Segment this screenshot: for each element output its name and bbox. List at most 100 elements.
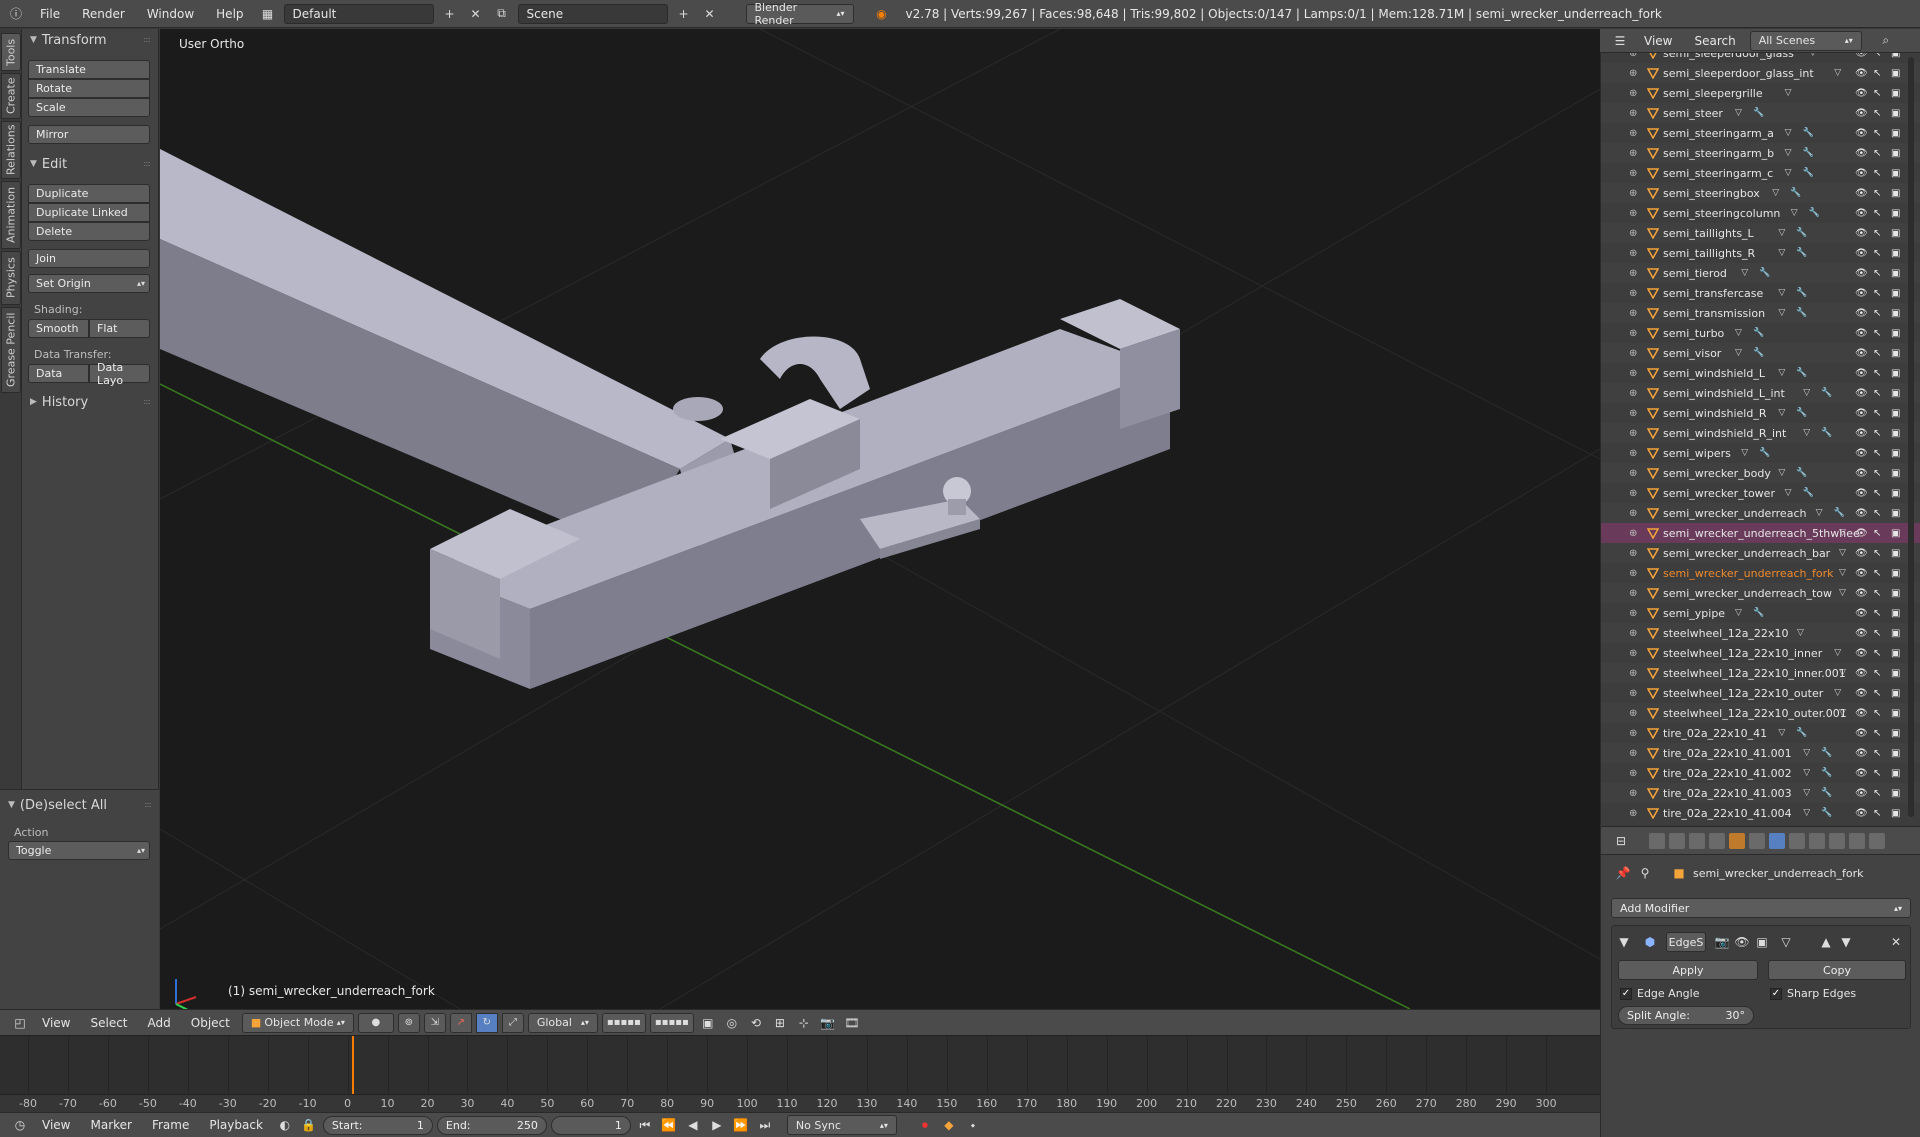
selectable-arrow-icon[interactable]: ↖ bbox=[1873, 268, 1881, 279]
outliner-item-name[interactable]: semi_visor bbox=[1663, 347, 1721, 360]
flat-button[interactable]: Flat bbox=[89, 319, 150, 338]
modifier-wrench-icon[interactable]: 🔧 bbox=[1821, 748, 1832, 758]
visibility-eye-icon[interactable]: 👁 bbox=[1855, 708, 1868, 719]
visibility-eye-icon[interactable]: 👁 bbox=[1855, 648, 1868, 659]
visibility-eye-icon[interactable]: 👁 bbox=[1855, 468, 1868, 479]
outliner[interactable]: ⊕ semi_sleeperdoor_glass ▽ 👁 ↖ ▣ ⊕ semi_sleeper… bbox=[1600, 53, 1920, 825]
outliner-row[interactable]: ⊕ semi_wipers ▽ 🔧 👁 ↖ ▣ bbox=[1601, 443, 1920, 463]
mesh-data-icon[interactable]: ▽ bbox=[1816, 508, 1823, 518]
modifier-wrench-icon[interactable]: 🔧 bbox=[1803, 168, 1814, 178]
outliner-item-name[interactable]: steelwheel_12a_22x10 bbox=[1663, 627, 1788, 640]
modifier-wrench-icon[interactable]: 🔧 bbox=[1803, 488, 1814, 498]
visibility-eye-icon[interactable]: 👁 bbox=[1855, 208, 1868, 219]
modifier-wrench-icon[interactable]: 🔧 bbox=[1796, 308, 1807, 318]
delete-button[interactable]: Delete bbox=[28, 222, 150, 241]
outliner-item-name[interactable]: semi_steeringarm_c bbox=[1663, 167, 1773, 180]
mesh-data-icon[interactable]: ▽ bbox=[1803, 808, 1810, 818]
outliner-item-name[interactable]: semi_wrecker_underreach_tow bbox=[1663, 587, 1832, 600]
rotate-manipulator[interactable]: ↻ bbox=[475, 1012, 498, 1033]
expand-toggle-icon[interactable]: ⊕ bbox=[1629, 808, 1637, 819]
outliner-item-name[interactable]: semi_steer bbox=[1663, 107, 1723, 120]
render-camera-icon[interactable]: ▣ bbox=[1891, 228, 1900, 239]
menu-object[interactable]: Object bbox=[183, 1016, 238, 1030]
expand-toggle-icon[interactable]: ⊕ bbox=[1629, 568, 1637, 579]
outliner-row[interactable]: ⊕ semi_wrecker_underreach_fork ▽ 👁 ↖ ▣ bbox=[1601, 563, 1920, 583]
outliner-item-name[interactable]: semi_wrecker_tower bbox=[1663, 487, 1775, 500]
outliner-row[interactable]: ⊕ semi_wrecker_body ▽ 🔧 👁 ↖ ▣ bbox=[1601, 463, 1920, 483]
menu-view[interactable]: View bbox=[1636, 34, 1680, 48]
outliner-item-name[interactable]: semi_turbo bbox=[1663, 327, 1724, 340]
modifier-wrench-icon[interactable]: 🔧 bbox=[1753, 348, 1764, 358]
mesh-data-icon[interactable]: ▽ bbox=[1778, 248, 1785, 258]
render-camera-icon[interactable]: ▣ bbox=[1891, 108, 1900, 119]
remove-layout-icon[interactable]: ✕ bbox=[466, 4, 486, 24]
outliner-row[interactable]: ⊕ steelwheel_12a_22x10_inner.001 ▽ 👁 ↖ ▣ bbox=[1601, 663, 1920, 683]
outliner-row[interactable]: ⊕ semi_transmission ▽ 🔧 👁 ↖ ▣ bbox=[1601, 303, 1920, 323]
render-camera-icon[interactable]: ▣ bbox=[1891, 548, 1900, 559]
expand-toggle-icon[interactable]: ⊕ bbox=[1629, 468, 1637, 479]
selectable-arrow-icon[interactable]: ↖ bbox=[1873, 508, 1881, 519]
modifier-wrench-icon[interactable]: 🔧 bbox=[1759, 268, 1770, 278]
render-camera-icon[interactable]: ▣ bbox=[1891, 288, 1900, 299]
scene-field[interactable]: Scene bbox=[517, 3, 668, 24]
outliner-item-name[interactable]: steelwheel_12a_22x10_inner.001 bbox=[1663, 667, 1846, 680]
viewport-scene[interactable] bbox=[160, 29, 1600, 1009]
outliner-row[interactable]: ⊕ semi_steeringarm_b ▽ 🔧 👁 ↖ ▣ bbox=[1601, 143, 1920, 163]
duplicate-linked-button[interactable]: Duplicate Linked bbox=[28, 203, 150, 222]
scale-manipulator[interactable]: ⤢ bbox=[501, 1012, 524, 1033]
layers-grid-a[interactable]: ▪▪▪▪▪ bbox=[601, 1012, 646, 1033]
visibility-eye-icon[interactable]: 👁 bbox=[1855, 488, 1868, 499]
translate-manipulator[interactable]: ↗ bbox=[449, 1012, 472, 1033]
outliner-row[interactable]: ⊕ semi_wrecker_underreach_bar ▽ 👁 ↖ ▣ bbox=[1601, 543, 1920, 563]
constraints-tab-icon[interactable] bbox=[1749, 833, 1765, 849]
menu-view[interactable]: View bbox=[34, 1016, 78, 1030]
visibility-eye-icon[interactable]: 👁 bbox=[1855, 728, 1868, 739]
mesh-data-icon[interactable]: ▽ bbox=[1778, 308, 1785, 318]
expand-toggle-icon[interactable]: ⊕ bbox=[1629, 408, 1637, 419]
mesh-data-icon[interactable]: ▽ bbox=[1778, 368, 1785, 378]
smooth-button[interactable]: Smooth bbox=[28, 319, 89, 338]
render-camera-icon[interactable]: ▣ bbox=[1891, 208, 1900, 219]
outliner-item-name[interactable]: semi_wrecker_underreach_5thwhee bbox=[1663, 527, 1860, 540]
render-opengl-icon[interactable]: 📷 bbox=[818, 1013, 838, 1033]
add-layout-icon[interactable]: + bbox=[440, 4, 460, 24]
outliner-row[interactable]: ⊕ semi_windshield_L ▽ 🔧 👁 ↖ ▣ bbox=[1601, 363, 1920, 383]
jump-start-icon[interactable]: ⏮ bbox=[635, 1115, 655, 1135]
mesh-data-icon[interactable]: ▽ bbox=[1839, 548, 1846, 558]
expand-toggle-icon[interactable]: ⊕ bbox=[1629, 688, 1637, 699]
outliner-item-name[interactable]: semi_taillights_R bbox=[1663, 247, 1755, 260]
selectable-arrow-icon[interactable]: ↖ bbox=[1873, 568, 1881, 579]
manipulator-toggle[interactable]: ⇲ bbox=[423, 1012, 446, 1033]
modifier-wrench-icon[interactable]: 🔧 bbox=[1759, 448, 1770, 458]
layout-grid-icon[interactable]: ▦ bbox=[258, 4, 278, 24]
render-camera-icon[interactable]: ▣ bbox=[1891, 168, 1900, 179]
outliner-row[interactable]: ⊕ steelwheel_12a_22x10_inner ▽ 👁 ↖ ▣ bbox=[1601, 643, 1920, 663]
expand-toggle-icon[interactable]: ⊕ bbox=[1629, 428, 1637, 439]
visibility-eye-icon[interactable]: 👁 bbox=[1855, 768, 1868, 779]
render-camera-icon[interactable]: ▣ bbox=[1891, 508, 1900, 519]
render-camera-icon[interactable]: ▣ bbox=[1891, 528, 1900, 539]
visibility-eye-icon[interactable]: 👁 bbox=[1855, 128, 1868, 139]
move-down-icon[interactable]: ▼ bbox=[1836, 932, 1856, 952]
mesh-data-icon[interactable]: ▽ bbox=[1803, 428, 1810, 438]
shading-dropdown[interactable]: ● bbox=[357, 1012, 394, 1033]
outliner-item-name[interactable]: semi_steeringarm_a bbox=[1663, 127, 1774, 140]
data-button[interactable]: Data bbox=[28, 364, 89, 383]
translate-button[interactable]: Translate bbox=[28, 60, 150, 79]
mesh-data-icon[interactable]: ▽ bbox=[1803, 768, 1810, 778]
mesh-data-icon[interactable]: ▽ bbox=[1785, 128, 1792, 138]
visibility-eye-icon[interactable]: 👁 bbox=[1855, 748, 1868, 759]
modifier-wrench-icon[interactable]: 🔧 bbox=[1796, 728, 1807, 738]
viewport-toggle-icon[interactable]: 👁 bbox=[1732, 932, 1752, 952]
mesh-data-icon[interactable]: ▽ bbox=[1803, 788, 1810, 798]
visibility-eye-icon[interactable]: 👁 bbox=[1855, 668, 1868, 679]
selectable-arrow-icon[interactable]: ↖ bbox=[1873, 528, 1881, 539]
render-camera-icon[interactable]: ▣ bbox=[1891, 53, 1900, 59]
modifier-wrench-icon[interactable]: 🔧 bbox=[1796, 468, 1807, 478]
expand-toggle-icon[interactable]: ⊕ bbox=[1629, 488, 1637, 499]
snap-target-icon[interactable]: ⊹ bbox=[794, 1013, 814, 1033]
expand-toggle-icon[interactable]: ⊕ bbox=[1629, 348, 1637, 359]
editor-type-icon[interactable]: ◰ bbox=[10, 1013, 30, 1033]
outliner-item-name[interactable]: semi_windshield_R bbox=[1663, 407, 1767, 420]
menu-window[interactable]: Window bbox=[139, 4, 202, 24]
